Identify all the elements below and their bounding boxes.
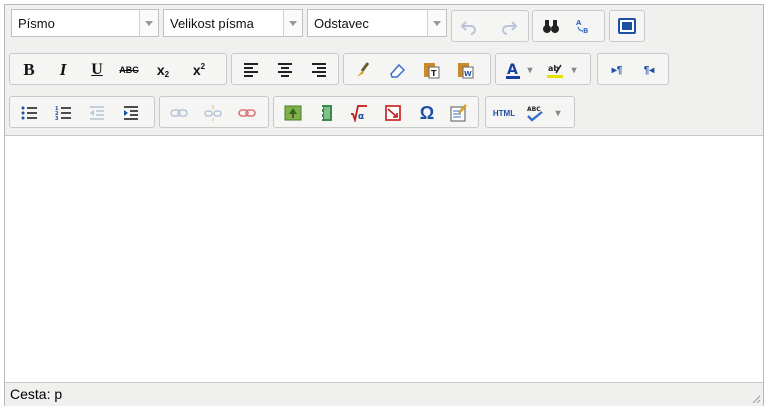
rtl-icon[interactable]: ¶◂ [635,56,663,84]
format-value: Odstavec [314,16,369,31]
subscript-label: x [156,62,165,78]
undo-icon[interactable] [455,12,483,40]
italic-button[interactable]: I [49,56,77,84]
align-center-icon[interactable] [271,56,299,84]
font-family-value: Písmo [18,16,55,31]
superscript-button[interactable]: x2 [185,56,213,84]
svg-text:A: A [507,62,518,78]
element-path: Cesta: p [10,386,63,402]
chevron-down-icon [283,10,302,36]
svg-text:α: α [358,112,364,122]
bullet-list-icon[interactable] [15,99,43,127]
eraser-icon[interactable] [383,56,411,84]
strikethrough-button[interactable]: ABC [115,56,143,84]
svg-text:B: B [583,27,588,35]
align-right-icon[interactable] [305,56,333,84]
svg-text:A: A [576,19,582,27]
indent-icon[interactable] [117,99,145,127]
subscript-button[interactable]: x2 [149,56,177,84]
omega-icon[interactable]: Ω [413,99,441,127]
status-bar: Cesta: p [5,382,763,406]
cleanup-brush-icon[interactable] [349,56,377,84]
bold-button[interactable]: B [15,56,43,84]
chevron-down-icon [139,10,158,36]
unlink-icon[interactable] [199,99,227,127]
spellcheck-chevron-icon[interactable]: ▾ [551,99,565,127]
svg-text:3: 3 [55,116,59,122]
edit-icon[interactable] [445,99,473,127]
text-color-chevron-icon[interactable]: ▾ [523,56,537,84]
replace-icon[interactable]: AB [569,12,597,40]
editor-content-area[interactable] [5,135,763,383]
binoculars-icon[interactable] [537,12,565,40]
media-icon[interactable] [313,99,341,127]
spellcheck-icon[interactable]: ABC [521,99,549,127]
align-left-icon[interactable] [237,56,265,84]
chevron-down-icon [427,10,446,36]
anchor-icon[interactable] [233,99,261,127]
toolbar-row-1: Písmo Velikost písma Odstavec AB [5,5,763,49]
ltr-icon[interactable]: ▸¶ [603,56,631,84]
svg-text:T: T [431,69,437,78]
html-source-button[interactable]: HTML [489,99,519,127]
image-icon[interactable] [279,99,307,127]
svg-text:W: W [464,70,472,78]
toolbar-row-3: 123 α Ω HTML ABC ▾ [5,91,763,135]
superscript-label: x [192,62,201,78]
font-size-value: Velikost písma [170,16,254,31]
fullscreen-icon[interactable] [613,12,641,40]
toolbar-row-2: B I U ABC x2 x2 T W A ▾ ab ▾ ▸¶ ¶◂ [5,48,763,92]
highlight-chevron-icon[interactable]: ▾ [567,56,581,84]
format-select[interactable]: Odstavec [307,9,447,37]
spellcheck-label: ABC [527,106,541,113]
link-icon[interactable] [165,99,193,127]
equation-icon[interactable]: α [345,99,373,127]
paste-text-icon[interactable]: T [417,56,445,84]
font-family-select[interactable]: Písmo [11,9,159,37]
rich-text-editor: Písmo Velikost písma Odstavec AB B I U A… [4,4,764,406]
resize-handle-icon[interactable] [751,394,761,404]
outdent-icon[interactable] [83,99,111,127]
underline-button[interactable]: U [83,56,111,84]
numbered-list-icon[interactable]: 123 [49,99,77,127]
highlight-color-icon[interactable]: ab [541,56,569,84]
redo-icon[interactable] [495,12,523,40]
nonbreaking-icon[interactable] [379,99,407,127]
paste-word-icon[interactable]: W [451,56,479,84]
font-size-select[interactable]: Velikost písma [163,9,303,37]
